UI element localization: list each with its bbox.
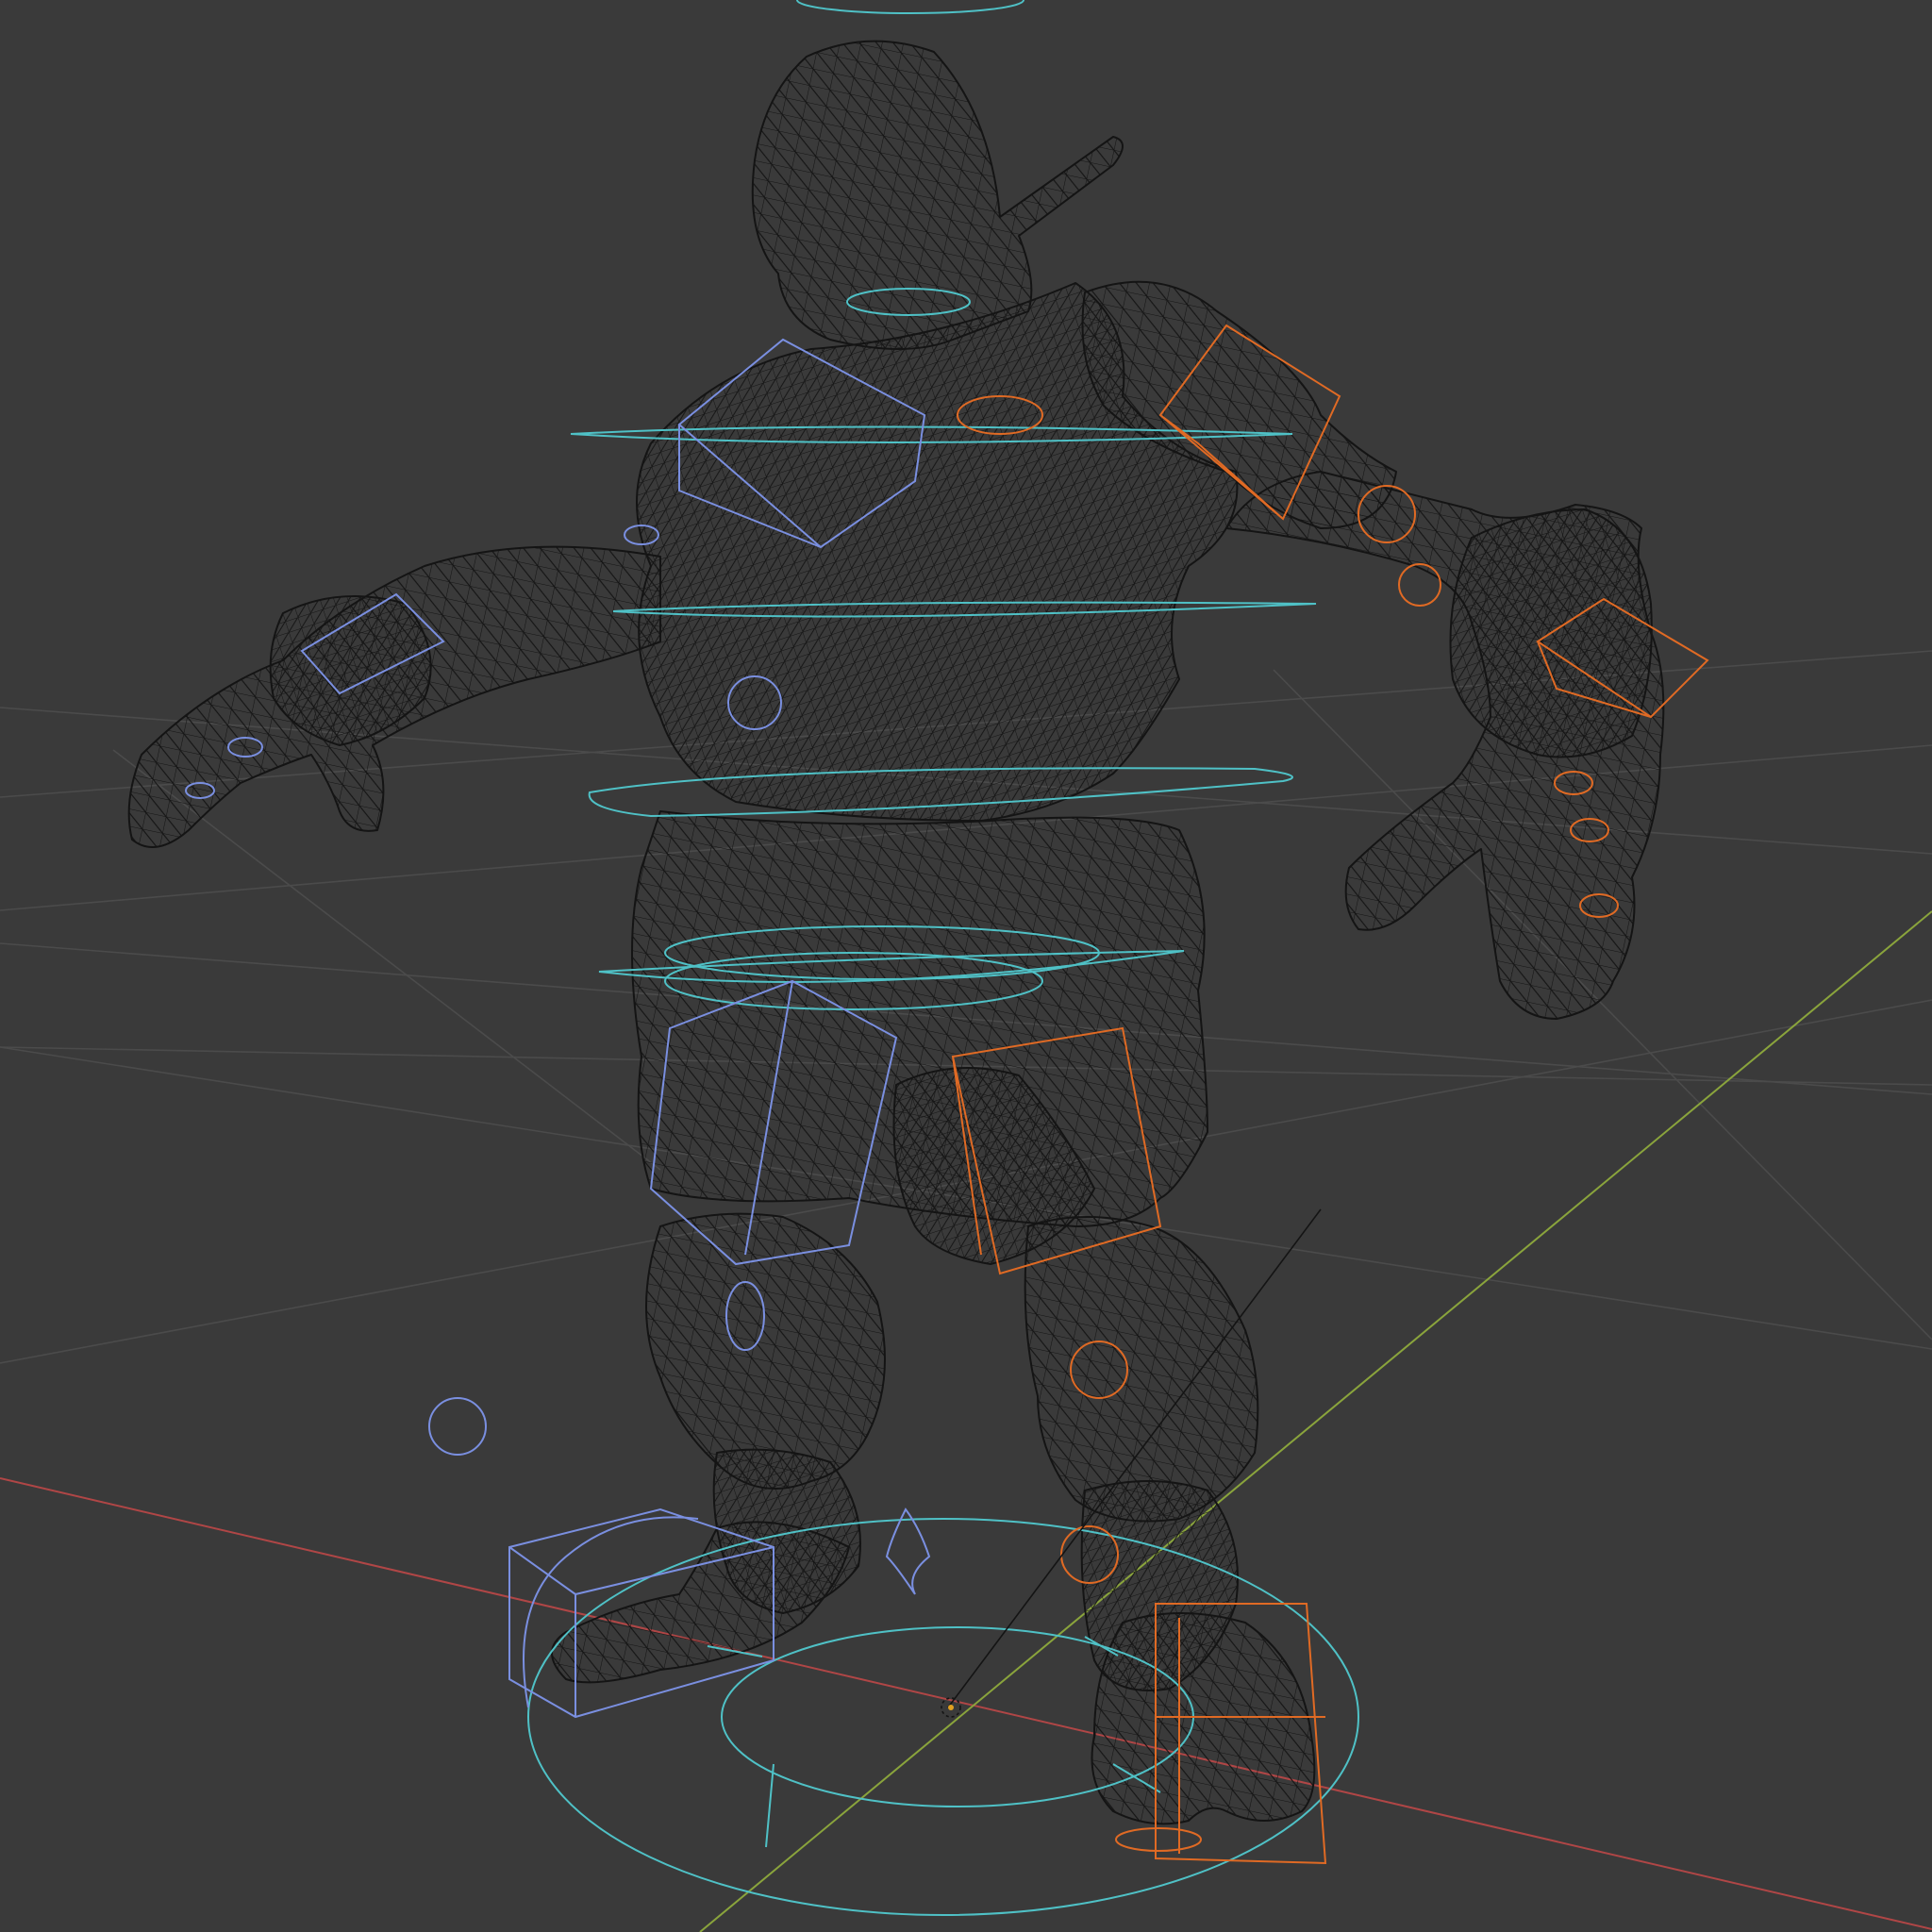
x-axis	[0, 1477, 1932, 1930]
mesh-leg-left[interactable]	[645, 1212, 886, 1490]
upper-arm-right-control[interactable]	[1398, 563, 1441, 607]
heel-right-control[interactable]	[1115, 1827, 1202, 1852]
mesh-leg-right[interactable]	[1024, 1216, 1259, 1523]
character-mesh[interactable]	[127, 40, 1665, 1825]
head-top-control[interactable]	[796, 0, 1024, 14]
viewport-scene[interactable]	[0, 0, 1932, 1932]
heel-left-control[interactable]	[885, 1507, 931, 1595]
mesh-foot-left[interactable]	[551, 1521, 850, 1684]
knee-pole-left-control[interactable]	[428, 1397, 487, 1456]
mesh-foot-right[interactable]	[1091, 1612, 1316, 1825]
3d-viewport[interactable]: wireframe	[0, 0, 1932, 1932]
